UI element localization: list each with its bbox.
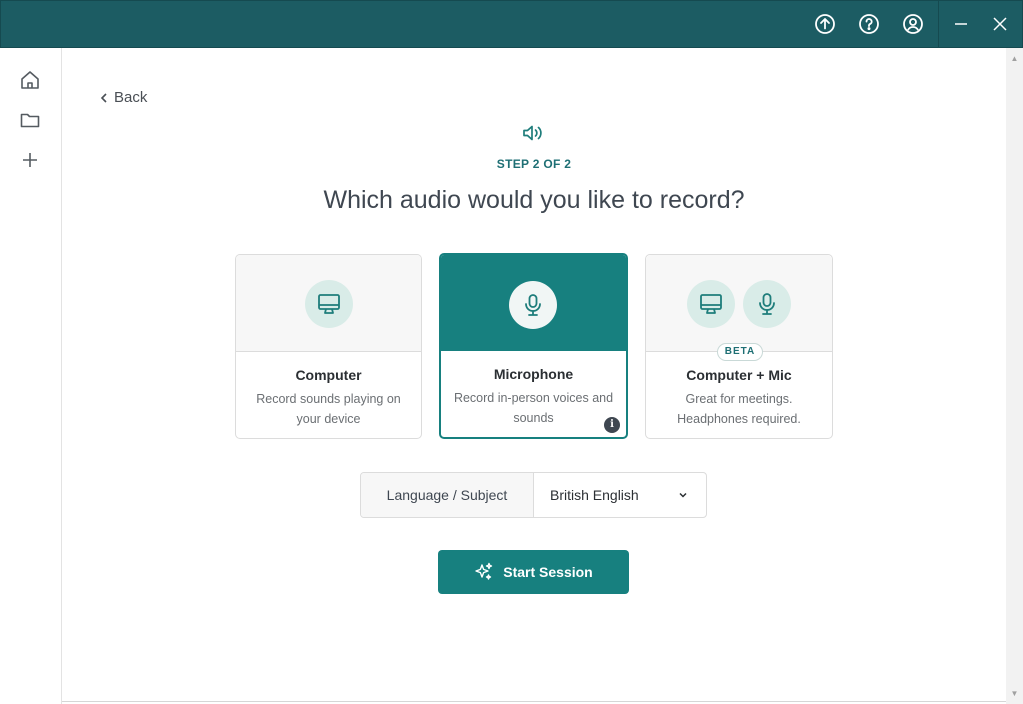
step-indicator: STEP 2 OF 2 xyxy=(496,157,572,171)
option-computer[interactable]: Computer Record sounds playing on your d… xyxy=(235,254,422,439)
bottom-divider xyxy=(62,701,1006,702)
account-icon[interactable] xyxy=(901,12,925,36)
help-icon[interactable] xyxy=(857,12,881,36)
vertical-scrollbar[interactable]: ▲ ▼ xyxy=(1006,48,1023,704)
option-title: Computer + Mic xyxy=(686,367,792,383)
title-bar xyxy=(0,0,1023,48)
language-selector: Language / Subject British English xyxy=(360,472,707,518)
microphone-icon xyxy=(509,281,557,329)
card-header xyxy=(441,255,626,351)
card-header: BETA xyxy=(646,255,832,361)
language-label: Language / Subject xyxy=(361,473,534,517)
back-label: Back xyxy=(114,89,148,106)
card-header xyxy=(236,255,421,352)
back-link[interactable]: Back xyxy=(100,89,147,106)
option-description: Record in-person voices and sounds xyxy=(453,391,614,425)
minimize-icon[interactable] xyxy=(949,12,973,36)
chevron-left-icon xyxy=(100,92,107,103)
monitor-icon xyxy=(687,280,735,328)
speaker-icon xyxy=(521,121,545,145)
option-description: Great for meetings. Headphones required. xyxy=(677,392,801,426)
option-title: Computer xyxy=(295,367,362,383)
option-title: Microphone xyxy=(493,366,574,382)
option-computer-mic[interactable]: BETA Computer + Mic Great for meetings. … xyxy=(645,254,833,439)
chevron-down-icon xyxy=(679,492,687,498)
option-microphone[interactable]: Microphone Record in-person voices and s… xyxy=(439,253,628,439)
titlebar-divider xyxy=(938,1,939,48)
beta-badge: BETA xyxy=(717,343,763,361)
home-icon[interactable] xyxy=(17,67,43,93)
upload-icon[interactable] xyxy=(813,12,837,36)
close-icon[interactable] xyxy=(988,12,1012,36)
monitor-icon xyxy=(305,280,353,328)
sparkle-icon xyxy=(475,562,493,580)
start-session-label: Start Session xyxy=(503,564,593,580)
folder-icon[interactable] xyxy=(17,107,43,133)
page-title: Which audio would you like to record? xyxy=(323,186,745,214)
sidebar xyxy=(0,48,62,704)
microphone-icon xyxy=(743,280,791,328)
info-icon[interactable]: i xyxy=(604,417,620,433)
scroll-up-icon[interactable]: ▲ xyxy=(1010,54,1019,63)
start-session-button[interactable]: Start Session xyxy=(438,550,629,594)
language-value: British English xyxy=(550,487,639,503)
option-description: Record sounds playing on your device xyxy=(256,392,401,426)
scroll-down-icon[interactable]: ▼ xyxy=(1010,689,1019,698)
language-dropdown[interactable]: British English xyxy=(535,473,706,517)
plus-icon[interactable] xyxy=(17,147,43,173)
